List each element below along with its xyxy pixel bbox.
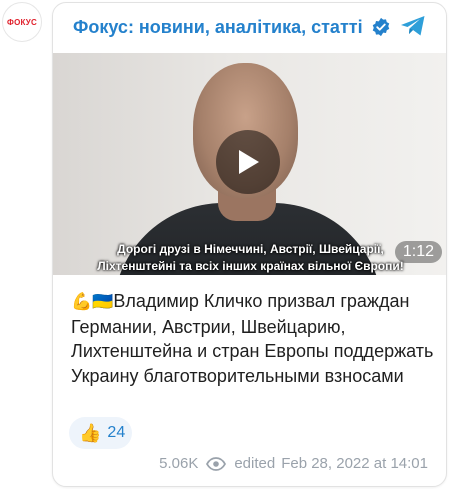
video-player[interactable]: Дорогі друзі в Німеччині, Австрії, Швейц…	[53, 53, 446, 275]
post-date[interactable]: Feb 28, 2022 at 14:01	[281, 455, 428, 472]
verified-icon	[371, 17, 391, 37]
post-body: Владимир Кличко призвал граждан Германии…	[71, 291, 434, 386]
edited-label: edited	[234, 455, 276, 472]
post-footer: 5.06K edited Feb 28, 2022 at 14:01	[159, 455, 428, 472]
play-icon	[239, 150, 259, 174]
video-subtitle-line-1: Дорогі друзі в Німеччині, Австрії, Швейц…	[117, 242, 384, 256]
eye-icon	[206, 456, 227, 471]
reaction-count: 24	[107, 424, 126, 441]
post-emoji: 💪🇺🇦	[71, 292, 114, 311]
avatar-logo: ФОКУС	[7, 17, 37, 27]
view-count: 5.06K	[159, 455, 199, 472]
thumbs-up-icon: 👍	[79, 422, 102, 443]
telegram-icon[interactable]	[400, 15, 426, 37]
channel-title[interactable]: Фокус: новини, аналітика, статті	[73, 17, 363, 38]
video-duration: 1:12	[394, 241, 442, 263]
channel-avatar[interactable]: ФОКУС	[2, 2, 42, 42]
video-subtitle-line-2: Ліхтенштейні та всіх інших країнах вільн…	[97, 259, 404, 273]
play-button[interactable]	[216, 130, 280, 194]
post-header: Фокус: новини, аналітика, статті	[53, 3, 446, 51]
video-subtitle: Дорогі друзі в Німеччині, Австрії, Швейц…	[53, 241, 446, 275]
reaction-thumbs-up[interactable]: 👍 24	[69, 417, 132, 449]
post-card: Фокус: новини, аналітика, статті Дорогі …	[52, 2, 447, 487]
post-text: 💪🇺🇦Владимир Кличко призвал граждан Герма…	[71, 289, 441, 388]
